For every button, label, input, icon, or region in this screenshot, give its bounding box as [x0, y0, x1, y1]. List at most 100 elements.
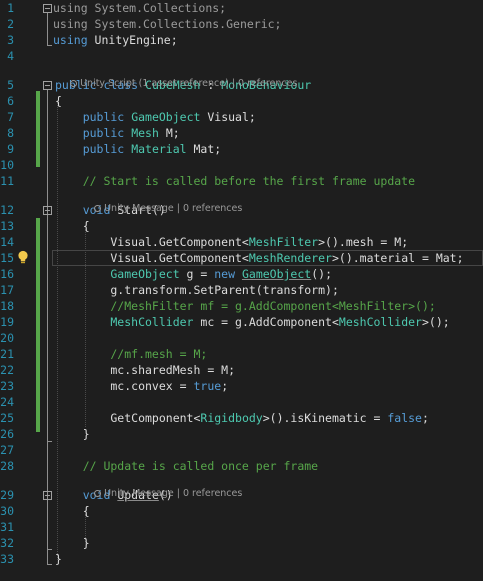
line-number: 16 — [0, 267, 14, 281]
code-token: ; — [421, 411, 429, 425]
lightbulb-icon[interactable] — [16, 250, 30, 265]
code-editor[interactable]: 1 using System.Collections; 2 using System.… — [0, 0, 483, 581]
code-line[interactable]: Visual.GetComponent<MeshRenderer>().mate… — [55, 250, 464, 266]
code-line[interactable]: } — [55, 535, 90, 551]
collapse-region-icon[interactable] — [43, 206, 52, 215]
code-line[interactable]: mc.sharedMesh = M; — [55, 362, 235, 378]
line-number: 28 — [0, 459, 14, 473]
code-token: Visual.GetComponent< — [55, 251, 249, 265]
code-token: Rigidbody — [200, 411, 263, 425]
line-number: 12 — [0, 203, 14, 217]
code-token: >().material = Mat; — [331, 251, 464, 265]
code-token: GameObject — [241, 267, 312, 281]
code-line[interactable]: public Material Mat; — [55, 141, 222, 157]
codelens-text: Unity Message | 0 references — [104, 203, 243, 214]
codelens-annotation[interactable]: Unity Message | 0 references — [82, 189, 242, 228]
code-token: //mf.mesh = M; — [55, 347, 208, 361]
code-line[interactable]: using System.Collections; — [53, 0, 226, 16]
fold-line — [47, 13, 48, 45]
code-token: public — [55, 142, 125, 156]
line-number: 26 — [0, 427, 14, 441]
line-number: 3 — [7, 33, 14, 47]
codelens-annotation[interactable]: Unity Script (1 asset reference) | 0 ref… — [58, 64, 297, 103]
collapse-region-icon[interactable] — [43, 81, 52, 90]
codelens-annotation[interactable]: Unity Message | 0 references — [82, 474, 242, 513]
fold-end — [47, 549, 52, 550]
code-line[interactable]: using System.Collections.Generic; — [53, 16, 282, 32]
code-line[interactable]: mc.convex = true; — [55, 378, 228, 394]
unity-icon — [94, 490, 102, 497]
code-line[interactable]: MeshCollider mc = g.AddComponent<MeshCol… — [55, 314, 450, 330]
line-number: 7 — [7, 110, 14, 124]
code-token: >(); — [421, 315, 450, 329]
fold-end — [47, 45, 52, 46]
line-number: 6 — [7, 94, 14, 108]
code-token: Mesh — [131, 126, 159, 140]
code-token: GetComponent< — [55, 411, 201, 425]
line-number: 10 — [0, 158, 14, 172]
line-number: 20 — [0, 331, 14, 345]
code-token: new — [214, 267, 236, 281]
code-token: System.Collections.Generic; — [87, 17, 282, 31]
code-token: } — [55, 427, 90, 441]
codelens-text: Unity Message | 0 references — [104, 488, 243, 499]
code-line[interactable]: } — [55, 426, 90, 442]
line-number: 11 — [0, 174, 14, 188]
code-token: using — [53, 1, 88, 15]
line-number: 15 — [0, 251, 14, 265]
code-token: >().isKinematic = — [262, 411, 388, 425]
code-token: } — [55, 552, 62, 566]
code-token: ; — [221, 379, 229, 393]
code-token: (); — [311, 267, 332, 281]
fold-end — [47, 441, 52, 442]
code-line[interactable]: public Mesh M; — [55, 125, 180, 141]
line-number: 30 — [0, 504, 14, 518]
code-line[interactable]: //MeshFilter mf = g.AddComponent<MeshFil… — [55, 298, 435, 314]
line-number: 13 — [0, 219, 14, 233]
line-number: 14 — [0, 235, 14, 249]
code-line[interactable]: g.transform.SetParent(transform); — [55, 282, 339, 298]
code-line[interactable]: GameObject g = new GameObject(); — [55, 266, 332, 282]
code-token: MeshRenderer — [248, 251, 332, 265]
fold-end — [47, 564, 52, 565]
code-token: g.transform.SetParent(transform); — [55, 283, 339, 297]
fold-line — [47, 215, 48, 441]
code-line[interactable]: // Start is called before the first fram… — [55, 173, 415, 189]
line-number: 17 — [0, 283, 14, 297]
code-token: MeshFilter — [248, 235, 319, 249]
line-number: 18 — [0, 299, 14, 313]
code-line[interactable]: using UnityEngine; — [53, 32, 178, 48]
code-line[interactable]: GetComponent<Rigidbody>().isKinematic = … — [55, 410, 429, 426]
line-number: 22 — [0, 363, 14, 377]
code-token: // Update is called once per frame — [55, 459, 319, 473]
line-number: 27 — [0, 443, 14, 457]
code-token: false — [387, 411, 422, 425]
code-token: g = — [179, 267, 215, 281]
line-number: 4 — [7, 49, 14, 63]
line-number: 21 — [0, 347, 14, 361]
code-token: mc = g.AddComponent< — [193, 315, 339, 329]
line-number: 24 — [0, 395, 14, 409]
code-token: MeshCollider — [55, 315, 194, 329]
collapse-region-icon[interactable] — [43, 4, 52, 13]
code-token: Visual; — [200, 110, 256, 124]
line-number: 5 — [7, 78, 14, 92]
unity-icon — [94, 205, 102, 212]
line-number: 32 — [0, 536, 14, 550]
code-line[interactable]: //mf.mesh = M; — [55, 346, 207, 362]
line-number: 19 — [0, 315, 14, 329]
line-number: 29 — [0, 488, 14, 502]
change-bar — [36, 91, 40, 167]
code-token: M; — [158, 126, 180, 140]
codelens-text: Unity Script (1 asset reference) | 0 ref… — [80, 78, 298, 89]
code-line[interactable]: public GameObject Visual; — [55, 109, 256, 125]
code-token: mc.convex = — [55, 379, 194, 393]
line-number: 9 — [7, 142, 14, 156]
code-token: public — [55, 126, 125, 140]
collapse-region-icon[interactable] — [43, 491, 52, 500]
code-line[interactable]: } — [55, 551, 62, 567]
code-token: UnityEngine; — [87, 33, 178, 47]
code-line[interactable]: // Update is called once per frame — [55, 458, 318, 474]
code-line[interactable]: Visual.GetComponent<MeshFilter>().mesh =… — [55, 234, 408, 250]
